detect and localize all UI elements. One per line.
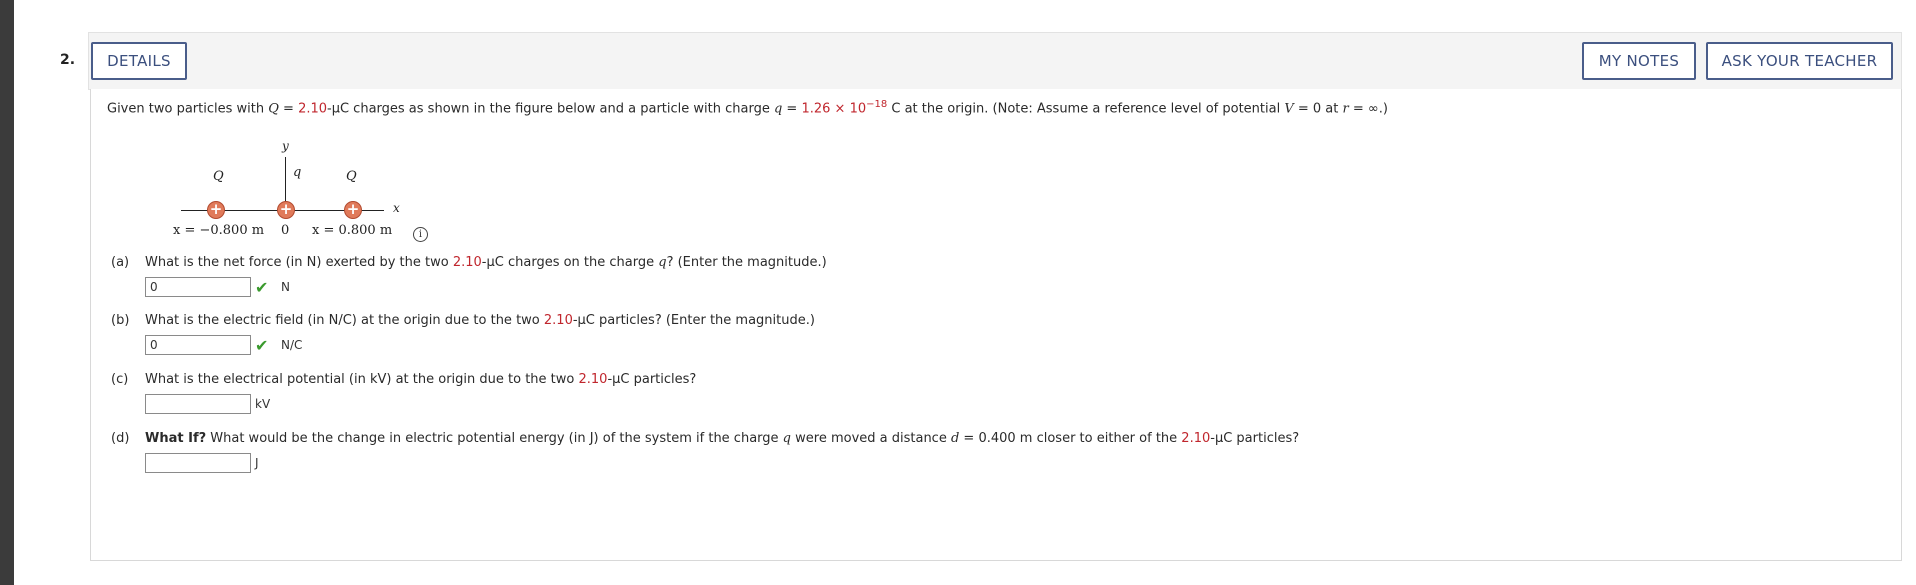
right-position-label: x = 0.800 m [312, 223, 393, 238]
part-a-answer-input[interactable] [145, 277, 251, 297]
check-icon: ✔ [255, 277, 269, 297]
part-c-answer-row: kV [145, 393, 270, 415]
part-d-answer-row: J [145, 452, 259, 474]
my-notes-button[interactable]: MY NOTES [1582, 42, 1696, 80]
part-d-question: (d) What If? What would be the change in … [111, 431, 1300, 446]
part-b-answer-input[interactable] [145, 335, 251, 355]
left-sidebar-edge [0, 0, 14, 585]
question-body: Given two particles with Q = 2.10-µC cha… [90, 89, 1902, 561]
question-number: 2. [60, 52, 76, 68]
part-d-unit: J [255, 456, 259, 470]
left-position-label: x = −0.800 m [173, 223, 265, 238]
info-icon[interactable]: i [413, 227, 428, 242]
problem-statement: Given two particles with Q = 2.10-µC cha… [107, 99, 1388, 117]
check-icon: ✔ [255, 335, 269, 355]
part-a-answer-row: ✔ N [145, 276, 290, 298]
part-b-question: (b) What is the electric field (in N/C) a… [111, 313, 815, 328]
charge-figure: Q y q Q x + + + x = −0.800 m 0 x = 0.800… [173, 139, 481, 242]
left-positive-charge: + [207, 201, 225, 219]
details-button[interactable]: DETAILS [91, 42, 187, 80]
part-d-answer-input[interactable] [145, 453, 251, 473]
part-a-unit: N [281, 280, 290, 294]
part-c-question: (c) What is the electrical potential (in … [111, 372, 697, 387]
origin-label: 0 [281, 223, 290, 238]
q-charge-label: q [293, 165, 302, 180]
origin-positive-charge: + [277, 201, 295, 219]
part-b-answer-row: ✔ N/C [145, 334, 302, 356]
part-b-unit: N/C [281, 338, 303, 352]
question-header: DETAILS MY NOTES ASK YOUR TEACHER [88, 32, 1902, 90]
part-a-question: (a) What is the net force (in N) exerted … [111, 255, 827, 270]
x-axis-label: x [393, 201, 400, 215]
part-c-unit: kV [255, 397, 271, 411]
y-axis-label: y [282, 139, 289, 153]
right-charge-label: Q [346, 169, 357, 184]
ask-your-teacher-button[interactable]: ASK YOUR TEACHER [1706, 42, 1893, 80]
right-positive-charge: + [344, 201, 362, 219]
left-charge-label: Q [213, 169, 224, 184]
part-c-answer-input[interactable] [145, 394, 251, 414]
